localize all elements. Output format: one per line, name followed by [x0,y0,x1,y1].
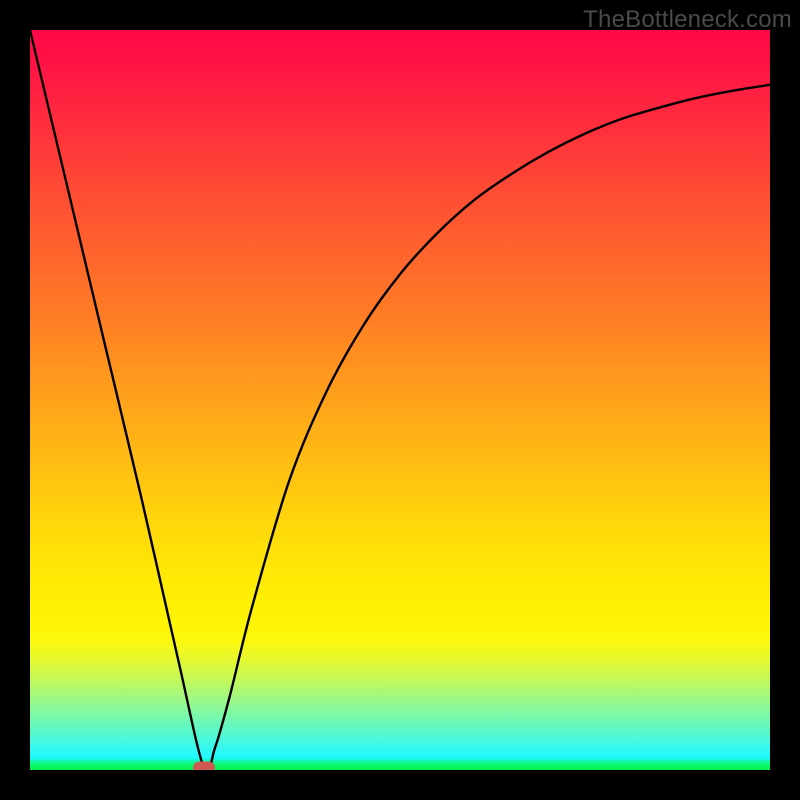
curve-layer [30,30,770,770]
plot-area [30,30,770,770]
bottleneck-curve [30,30,770,770]
watermark-text: TheBottleneck.com [583,6,792,34]
minimum-marker [193,761,215,770]
chart-frame: TheBottleneck.com [0,0,800,800]
